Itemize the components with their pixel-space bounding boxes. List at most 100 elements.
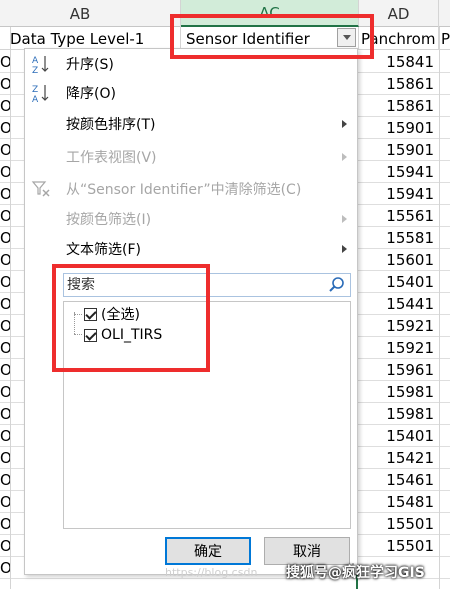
cell-data-type[interactable]: O [0, 183, 10, 205]
cell-panchrom-value[interactable]: 15981 [362, 403, 440, 425]
cell-data-type[interactable]: O [0, 161, 10, 183]
cell-data-type[interactable]: O [0, 469, 10, 491]
cell-data-type[interactable]: O [0, 139, 10, 161]
list-item-oli-tirs[interactable]: OLI_TIRS [84, 325, 162, 345]
chevron-right-icon [342, 215, 347, 223]
gridline [439, 27, 440, 589]
cell-data-type[interactable]: O [0, 491, 10, 513]
cell-panchrom-value[interactable]: 15461 [362, 469, 440, 491]
cell-panchrom-value[interactable]: 15921 [362, 315, 440, 337]
cell-data-type[interactable]: O [0, 117, 10, 139]
sort-ascending-icon: AZ [31, 54, 51, 74]
cell-data-type[interactable]: O [0, 271, 10, 293]
cell-panchrom-value[interactable]: 15441 [362, 293, 440, 315]
cancel-button[interactable]: 取消 [264, 537, 350, 565]
cell-panchrom-value[interactable]: 15941 [362, 161, 440, 183]
svg-text:A: A [32, 56, 39, 66]
cell-data-type[interactable]: O [0, 249, 10, 271]
column-header-bar: AB AC AD [0, 0, 450, 27]
menu-label: 文本筛选(F) [66, 242, 141, 258]
menu-item-filter-by-color[interactable]: 按颜色筛选(I) [25, 206, 357, 232]
menu-item-sort-by-color[interactable]: 按颜色排序(T) [25, 111, 357, 137]
header-cell-panchrom[interactable]: Panchrom [359, 27, 439, 50]
gridline [10, 27, 11, 589]
cell-panchrom-value[interactable]: 15861 [362, 73, 440, 95]
watermark-url: https://blog.csdn [165, 566, 258, 579]
menu-label: 按颜色排序(T) [66, 117, 156, 133]
menu-item-text-filter[interactable]: 文本筛选(F) [25, 236, 357, 262]
cell-panchrom-value[interactable]: 15401 [362, 271, 440, 293]
tree-connector [74, 312, 75, 334]
chevron-down-icon [342, 35, 351, 40]
svg-text:Z: Z [32, 66, 38, 74]
cell-panchrom-value[interactable]: 15561 [362, 205, 440, 227]
menu-label: 按颜色筛选(I) [66, 212, 152, 228]
menu-label: 工作表视图(V) [66, 150, 157, 166]
cell-panchrom-value[interactable]: 15961 [362, 359, 440, 381]
cell-panchrom-value[interactable]: 15401 [362, 425, 440, 447]
cell-data-type[interactable]: O [0, 73, 10, 95]
header-cell-data-type[interactable]: Data Type Level-1 [8, 27, 181, 50]
ok-button[interactable]: 确定 [165, 537, 251, 565]
chevron-right-icon [342, 153, 347, 161]
cell-panchrom-value[interactable]: 15581 [362, 227, 440, 249]
checkbox[interactable] [84, 307, 97, 321]
cell-panchrom-value[interactable]: 15941 [362, 183, 440, 205]
column-header-ab[interactable]: AB [0, 0, 181, 27]
cell-data-type[interactable]: O [0, 227, 10, 249]
cell-data-type[interactable]: O [0, 403, 10, 425]
cell-data-type[interactable]: O [0, 513, 10, 535]
cell-panchrom-value[interactable]: 15921 [362, 337, 440, 359]
menu-label: 升序(S) [66, 57, 114, 73]
menu-item-sort-ascending[interactable]: AZ 升序(S) [25, 51, 357, 77]
cell-panchrom-value[interactable]: 15421 [362, 447, 440, 469]
cell-panchrom-value[interactable]: 15841 [362, 51, 440, 73]
svg-text:Z: Z [32, 85, 38, 95]
header-cell-sensor-identifier[interactable]: Sensor Identifier [181, 27, 359, 50]
tree-connector [74, 314, 82, 315]
cell-data-type[interactable]: O [0, 557, 10, 579]
sort-descending-icon: ZA [31, 83, 51, 103]
watermark: 搜狐号@疯狂学习GIS [286, 565, 425, 581]
cell-panchrom-value[interactable]: 15601 [362, 249, 440, 271]
cell-panchrom-value[interactable]: 15501 [362, 513, 440, 535]
svg-text:A: A [32, 95, 39, 103]
cell-panchrom-value[interactable]: 15481 [362, 491, 440, 513]
menu-item-clear-filter[interactable]: 从“Sensor Identifier”中清除筛选(C) [25, 176, 357, 202]
cell-data-type[interactable]: O [0, 205, 10, 227]
cell-data-type[interactable]: O [0, 51, 10, 73]
cell-data-type[interactable]: O [0, 447, 10, 469]
cell-data-type[interactable]: O [0, 425, 10, 447]
search-icon[interactable] [328, 276, 346, 294]
filter-dropdown-button[interactable] [337, 28, 356, 47]
column-header-ac[interactable]: AC [181, 0, 359, 27]
filter-search-input[interactable] [67, 277, 317, 293]
cell-panchrom-value[interactable]: 15901 [362, 139, 440, 161]
menu-item-sheet-view[interactable]: 工作表视图(V) [25, 144, 357, 170]
filter-value-list: (全选) OLI_TIRS [63, 301, 351, 529]
header-cell-next[interactable]: P [439, 27, 450, 50]
cell-panchrom-value[interactable]: 15861 [362, 95, 440, 117]
table-header-row: Data Type Level-1 Sensor Identifier Panc… [0, 27, 450, 50]
chevron-right-icon [342, 120, 347, 128]
filter-search-box [63, 273, 351, 297]
checkbox[interactable] [84, 328, 97, 342]
tree-connector [74, 334, 82, 335]
cell-panchrom-value[interactable]: 15981 [362, 381, 440, 403]
cell-data-type[interactable]: O [0, 337, 10, 359]
cell-data-type[interactable]: O [0, 359, 10, 381]
list-item-label: (全选) [101, 307, 140, 323]
menu-item-sort-descending[interactable]: ZA 降序(O) [25, 80, 357, 106]
cell-data-type[interactable]: O [0, 381, 10, 403]
cell-panchrom-value[interactable]: 15501 [362, 535, 440, 557]
menu-label: 降序(O) [66, 86, 116, 102]
autofilter-menu: AZ 升序(S) ZA 降序(O) 按颜色排序(T) 工作表视图(V) 从“Se… [24, 48, 358, 575]
column-header-ad[interactable]: AD [359, 0, 439, 27]
cell-data-type[interactable]: O [0, 535, 10, 557]
menu-label: 从“Sensor Identifier”中清除筛选(C) [66, 182, 302, 198]
cell-panchrom-value[interactable]: 15901 [362, 117, 440, 139]
list-item-select-all[interactable]: (全选) [84, 304, 140, 324]
cell-data-type[interactable]: O [0, 293, 10, 315]
cell-data-type[interactable]: O [0, 315, 10, 337]
cell-data-type[interactable]: O [0, 95, 10, 117]
